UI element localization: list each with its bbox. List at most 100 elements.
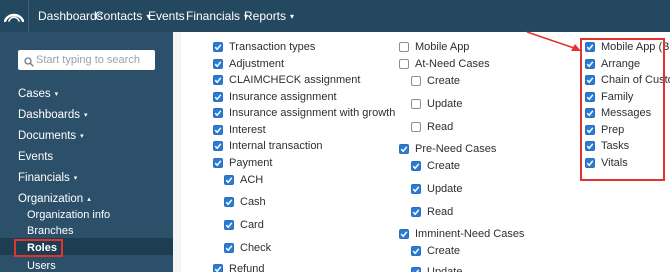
permission-label: Payment [229, 157, 273, 169]
checkbox-checked[interactable] [411, 184, 421, 194]
chevron-up-icon: ▴ [87, 196, 91, 203]
nav-label: Events [148, 9, 185, 23]
checkbox-checked[interactable] [213, 125, 223, 135]
permission-label: Read [427, 121, 454, 133]
permission-label: At-Need Cases [415, 58, 490, 70]
checkbox-checked[interactable] [213, 108, 223, 118]
permission-label: Check [240, 242, 272, 254]
search-input[interactable]: Start typing to search [18, 50, 155, 70]
permission-label: Create [427, 245, 461, 257]
permission-label: Pre-Need Cases [415, 143, 497, 155]
nav-label: Reports [244, 9, 287, 23]
checkbox-unchecked[interactable] [411, 122, 421, 132]
permission-label: CLAIMCHECK assignment [229, 74, 361, 86]
nav-item-contacts[interactable]: Contacts ▾ [95, 0, 150, 32]
permission-row: Mobile App [399, 40, 469, 54]
sidebar-item-events[interactable]: Events [18, 151, 53, 163]
nav-item-reports[interactable]: Reports ▾ [244, 0, 294, 32]
permission-label: Internal transaction [229, 140, 323, 152]
permission-label: Update [427, 266, 463, 272]
permission-row: Adjustment [213, 57, 284, 71]
search-placeholder: Start typing to search [36, 54, 140, 66]
checkbox-checked[interactable] [213, 264, 223, 272]
checkbox-checked[interactable] [213, 75, 223, 85]
sidebar-item-label: Events [18, 151, 54, 163]
sidebar-subitem-users[interactable]: Users [27, 260, 56, 272]
checkbox-checked[interactable] [411, 267, 421, 272]
brand-logo-icon[interactable] [0, 0, 28, 32]
checkbox-checked[interactable] [213, 92, 223, 102]
permission-label: ACH [240, 174, 264, 186]
nav-label: Contacts [95, 9, 143, 23]
permission-row: Transaction types [213, 40, 315, 54]
permission-row: Payment [213, 156, 272, 170]
permission-row: Pre-Need Cases [399, 142, 496, 156]
checkbox-checked[interactable] [399, 229, 409, 239]
content-gutter [173, 32, 181, 272]
permission-label: Interest [229, 124, 266, 136]
permission-row: Cash [224, 195, 266, 209]
permission-row: Insurance assignment with growth [213, 106, 395, 120]
checkbox-checked[interactable] [399, 144, 409, 154]
permission-label: Cash [240, 196, 266, 208]
permission-row: At-Need Cases [399, 57, 490, 71]
permission-label: Create [427, 75, 461, 87]
sidebar-item-financials[interactable]: Financials ▾ [18, 172, 77, 184]
nav-divider [28, 0, 29, 32]
chevron-down-icon: ▾ [84, 112, 88, 119]
permission-label: Adjustment [229, 58, 285, 70]
checkbox-checked[interactable] [411, 161, 421, 171]
sidebar-item-organization[interactable]: Organization ▴ [18, 193, 91, 205]
checkbox-unchecked[interactable] [399, 42, 409, 52]
permission-row: Update [411, 265, 462, 272]
sidebar-item-cases[interactable]: Cases ▾ [18, 88, 58, 100]
sidebar-subitem-label: Users [27, 260, 56, 272]
permission-label: Refund [229, 263, 265, 272]
sidebar-item-label: Dashboards [18, 109, 81, 121]
permission-row: Create [411, 244, 460, 258]
sidebar-item-label: Documents [18, 130, 77, 142]
checkbox-checked[interactable] [213, 158, 223, 168]
permission-label: Insurance assignment [229, 91, 337, 103]
permission-label: Read [427, 206, 454, 218]
permission-label: Imminent-Need Cases [415, 228, 525, 240]
permission-row: Read [411, 120, 453, 134]
sidebar-item-label: Organization [18, 193, 84, 205]
permission-label: Insurance assignment with growth [229, 107, 396, 119]
permission-row: ACH [224, 173, 263, 187]
permission-label: Card [240, 219, 264, 231]
checkbox-unchecked[interactable] [399, 59, 409, 69]
sidebar-item-dashboards[interactable]: Dashboards ▾ [18, 109, 88, 121]
permission-row: Internal transaction [213, 139, 323, 153]
permission-label: Mobile App [415, 41, 470, 53]
sidebar-subitem-label: Organization info [27, 209, 111, 221]
permission-row: Card [224, 218, 264, 232]
checkbox-checked[interactable] [213, 42, 223, 52]
annotation-arrow-icon [526, 31, 581, 51]
permission-row: Update [411, 97, 462, 111]
nav-item-dashboards[interactable]: Dashboards [38, 0, 103, 32]
checkbox-checked[interactable] [224, 175, 234, 185]
sidebar-subitem-organization-info[interactable]: Organization info [27, 209, 110, 221]
permission-row: Update [411, 182, 462, 196]
nav-item-financials[interactable]: Financials ▾ [186, 0, 248, 32]
checkbox-checked[interactable] [411, 207, 421, 217]
checkbox-unchecked[interactable] [411, 99, 421, 109]
checkbox-unchecked[interactable] [411, 76, 421, 86]
annotation-highlight-box [580, 38, 665, 181]
nav-label: Dashboards [38, 9, 103, 23]
permission-label: Update [427, 183, 463, 195]
permission-row: Read [411, 205, 453, 219]
checkbox-checked[interactable] [224, 243, 234, 253]
checkbox-checked[interactable] [224, 220, 234, 230]
nav-item-events[interactable]: Events [148, 0, 185, 32]
chevron-down-icon: ▾ [290, 12, 295, 21]
sidebar-subitem-branches[interactable]: Branches [27, 225, 73, 237]
checkbox-checked[interactable] [213, 141, 223, 151]
permission-row: Check [224, 241, 271, 255]
checkbox-checked[interactable] [411, 246, 421, 256]
sidebar-item-documents[interactable]: Documents ▾ [18, 130, 84, 142]
checkbox-checked[interactable] [224, 197, 234, 207]
permission-row: Create [411, 74, 460, 88]
checkbox-checked[interactable] [213, 59, 223, 69]
